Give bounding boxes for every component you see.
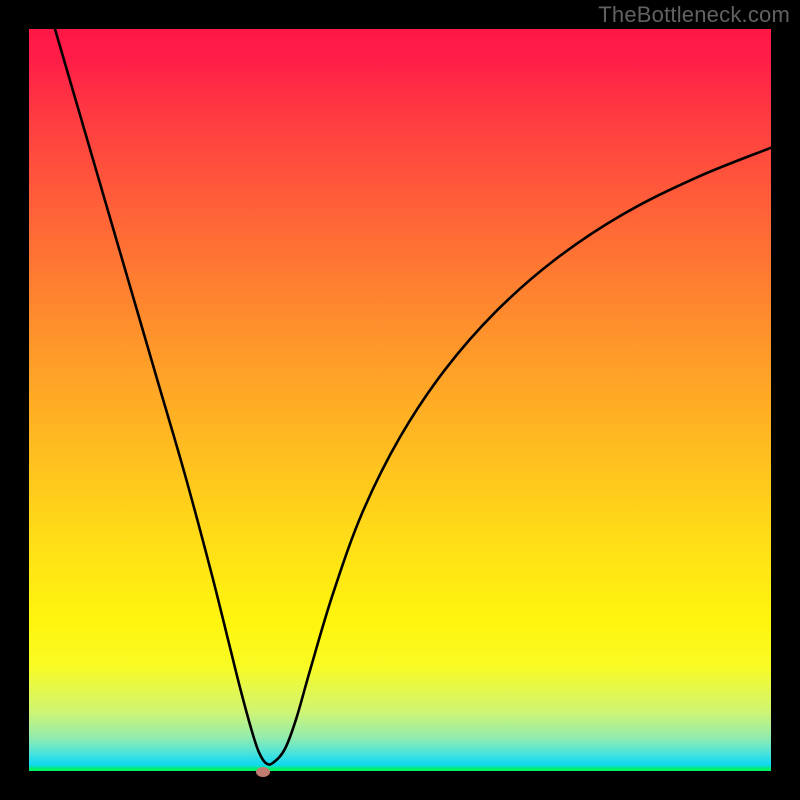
plot-area bbox=[28, 28, 772, 772]
watermark-text: TheBottleneck.com bbox=[598, 2, 790, 28]
chart-root: TheBottleneck.com bbox=[0, 0, 800, 800]
background-gradient bbox=[29, 29, 771, 771]
optimum-marker bbox=[256, 767, 270, 777]
